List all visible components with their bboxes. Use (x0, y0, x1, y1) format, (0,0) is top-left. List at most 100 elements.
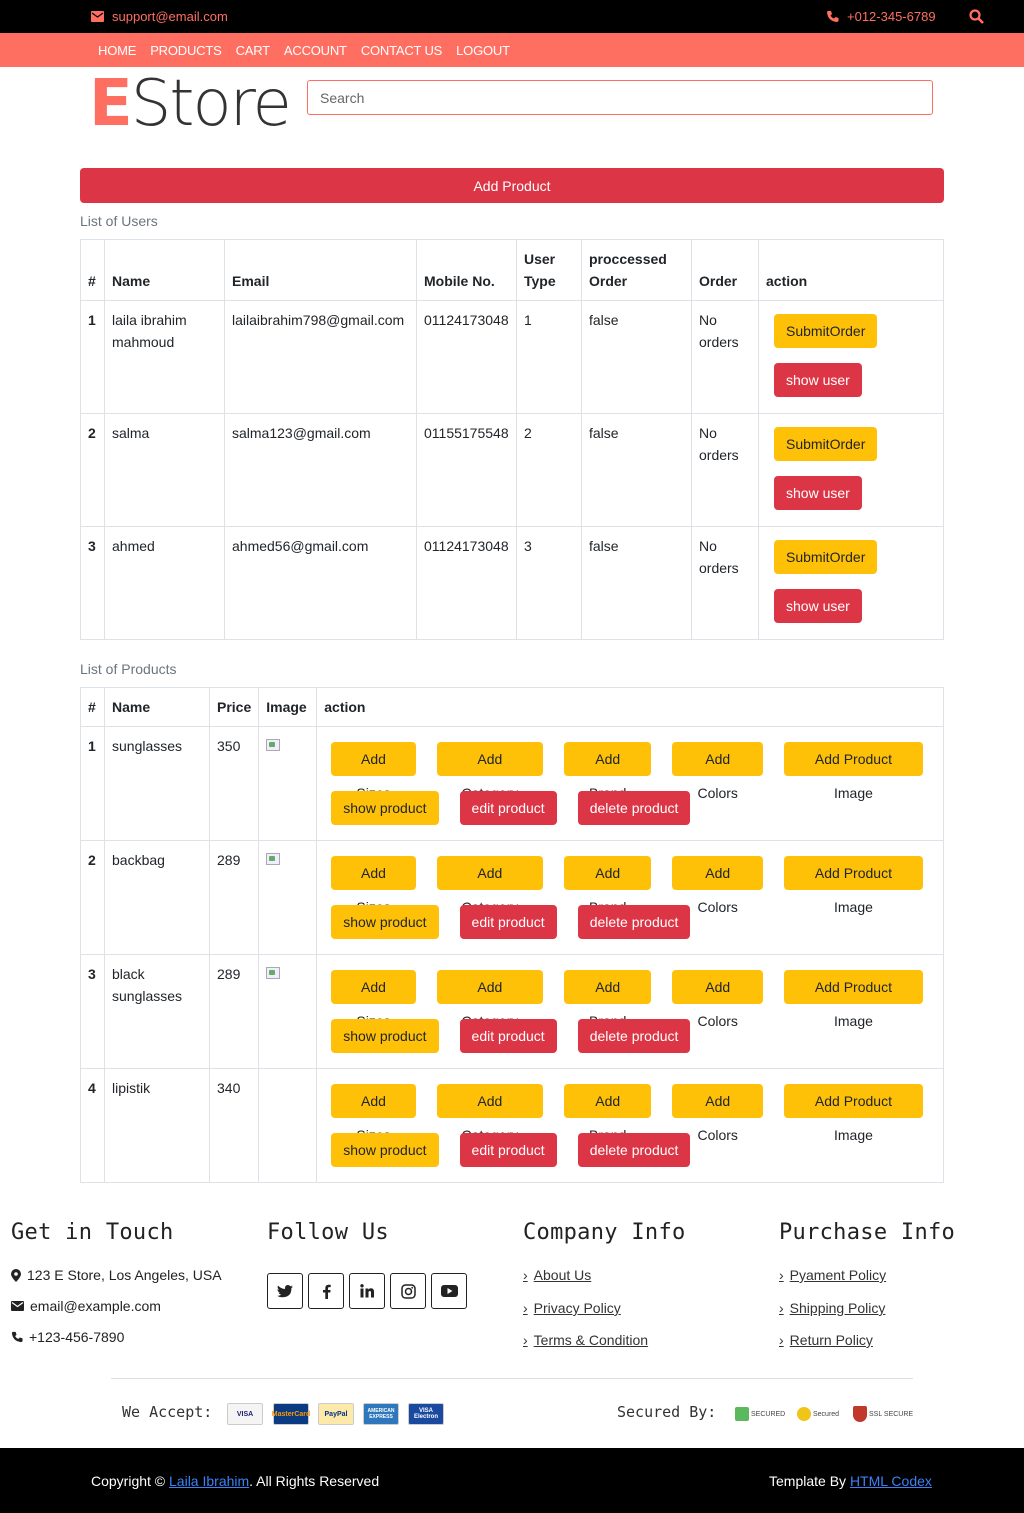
instagram-icon[interactable] (390, 1273, 426, 1309)
support-phone[interactable]: +012-345-6789 (826, 9, 936, 24)
payment-accept-label: We Accept: (122, 1403, 213, 1421)
footer-company-title: Company Info (523, 1220, 686, 1245)
row-index: 3 (80, 954, 105, 1069)
chevron-right-icon: › (523, 1267, 528, 1283)
paypal-icon: PayPal (318, 1403, 354, 1425)
product-price: 350 (208, 726, 260, 841)
user-email: salma123@gmail.com (224, 413, 417, 527)
nav-logout[interactable]: LOGOUT (456, 43, 510, 58)
show-product-button[interactable]: show product (331, 791, 439, 825)
linkedin-icon[interactable] (349, 1273, 385, 1309)
products-caption: List of Products (80, 661, 177, 677)
col-image: Image (258, 687, 318, 727)
search-icon[interactable] (969, 9, 984, 27)
footer-email-text: email@example.com (30, 1298, 161, 1314)
nav-account[interactable]: ACCOUNT (284, 43, 347, 58)
add-colors-button[interactable]: Add Colors (672, 970, 763, 1029)
footer-link-about-us[interactable]: › About Us (523, 1267, 591, 1283)
add-sizes-button[interactable]: Add Sizes (331, 856, 416, 915)
user-type: 3 (516, 526, 582, 640)
footer-link-shipping-policy[interactable]: › Shipping Policy (779, 1300, 885, 1316)
envelope-icon (11, 1301, 24, 1311)
table-row: 3black sunglasses289 Add Sizes Add Categor… (80, 954, 944, 1069)
show-user-button[interactable]: show user (774, 363, 862, 397)
submit-order-button[interactable]: SubmitOrder (774, 540, 878, 574)
add-brand-button[interactable]: Add Brand (563, 742, 652, 801)
nav-home[interactable]: HOME (98, 43, 136, 58)
copyright-prefix: Copyright © (91, 1473, 166, 1489)
template-author-link[interactable]: HTML Codex (850, 1473, 932, 1489)
broken-image-icon (266, 739, 281, 751)
add-sizes-button[interactable]: Add Sizes (331, 1084, 416, 1143)
add-colors-button[interactable]: Add Colors (672, 742, 763, 801)
products-table: # Name Price Image action 1 sunglasses 350… (80, 687, 944, 1183)
nav-contact-us[interactable]: CONTACT US (361, 43, 443, 58)
twitter-icon[interactable] (267, 1273, 303, 1309)
add-sizes-button[interactable]: Add Sizes (331, 970, 416, 1029)
footer-link-label: Privacy Policy (533, 1300, 621, 1316)
user-type: 1 (516, 300, 582, 414)
facebook-icon[interactable] (308, 1273, 344, 1309)
add-category-button[interactable]: Add Category (436, 970, 543, 1029)
row-index: 3 (80, 526, 105, 640)
nav-products[interactable]: PRODUCTS (150, 43, 222, 58)
add-product-image-button[interactable]: Add Product Image (783, 856, 923, 915)
product-image (258, 840, 318, 955)
show-product-button[interactable]: show product (331, 905, 439, 939)
user-order: No orders (691, 413, 759, 527)
col-mobile: Mobile No. (416, 239, 517, 301)
submit-order-button[interactable]: SubmitOrder (774, 427, 878, 461)
footer-divider (111, 1378, 913, 1379)
edit-product-button[interactable]: edit product (459, 1133, 557, 1167)
add-category-button[interactable]: Add Category (436, 742, 543, 801)
broken-image-icon (266, 853, 281, 865)
add-colors-button[interactable]: Add Colors (672, 1084, 763, 1143)
add-product-image-button[interactable]: Add Product Image (783, 970, 923, 1029)
add-category-button[interactable]: Add Category (436, 856, 543, 915)
youtube-icon[interactable] (431, 1273, 467, 1309)
footer-address-text: 123 E Store, Los Angeles, USA (27, 1267, 222, 1283)
logo-text: Store (130, 67, 292, 141)
nav-cart[interactable]: CART (236, 43, 271, 58)
show-product-button[interactable]: show product (331, 1133, 439, 1167)
delete-product-button[interactable]: delete product (577, 905, 691, 939)
add-brand-button[interactable]: Add Brand (563, 1084, 652, 1143)
product-name: sunglasses (104, 726, 210, 841)
delete-product-button[interactable]: delete product (577, 1019, 691, 1053)
col-order: Order (691, 239, 759, 301)
add-sizes-button[interactable]: Add Sizes (331, 742, 416, 801)
add-product-image-button[interactable]: Add Product Image (783, 742, 923, 801)
add-product-image-button[interactable]: Add Product Image (783, 1084, 923, 1143)
add-brand-button[interactable]: Add Brand (563, 970, 652, 1029)
user-name: salma (104, 413, 225, 527)
chevron-right-icon: › (523, 1300, 528, 1316)
edit-product-button[interactable]: edit product (459, 1019, 557, 1053)
show-user-button[interactable]: show user (774, 589, 862, 623)
footer-link-terms[interactable]: › Terms & Condition (523, 1332, 648, 1348)
show-product-button[interactable]: show product (331, 1019, 439, 1053)
users-caption: List of Users (80, 213, 158, 229)
add-colors-button[interactable]: Add Colors (672, 856, 763, 915)
footer-link-return-policy[interactable]: › Return Policy (779, 1332, 873, 1348)
col-name: Name (104, 687, 210, 727)
author-link[interactable]: Laila Ibrahim (169, 1473, 249, 1489)
add-category-button[interactable]: Add Category (436, 1084, 543, 1143)
edit-product-button[interactable]: edit product (459, 905, 557, 939)
submit-order-button[interactable]: SubmitOrder (774, 314, 878, 348)
add-product-button[interactable]: Add Product (80, 168, 944, 203)
delete-product-button[interactable]: delete product (577, 791, 691, 825)
secured-by-label: Secured By: (617, 1403, 717, 1421)
search-input[interactable] (307, 80, 933, 115)
support-email[interactable]: support@email.com (91, 9, 228, 24)
footer-link-payment-policy[interactable]: › Pyament Policy (779, 1267, 886, 1283)
estore-logo[interactable]: EStore (89, 72, 292, 136)
product-name: lipistik (104, 1068, 210, 1183)
copyright-bar: Copyright © Laila Ibrahim. All Rights Re… (0, 1448, 1024, 1513)
product-image (258, 1068, 318, 1183)
footer-link-privacy-policy[interactable]: › Privacy Policy (523, 1300, 621, 1316)
show-user-button[interactable]: show user (774, 476, 862, 510)
product-actions-row: Add Sizes Add Category Add Brand Add Colors… (324, 856, 937, 915)
edit-product-button[interactable]: edit product (459, 791, 557, 825)
add-brand-button[interactable]: Add Brand (563, 856, 652, 915)
delete-product-button[interactable]: delete product (577, 1133, 691, 1167)
